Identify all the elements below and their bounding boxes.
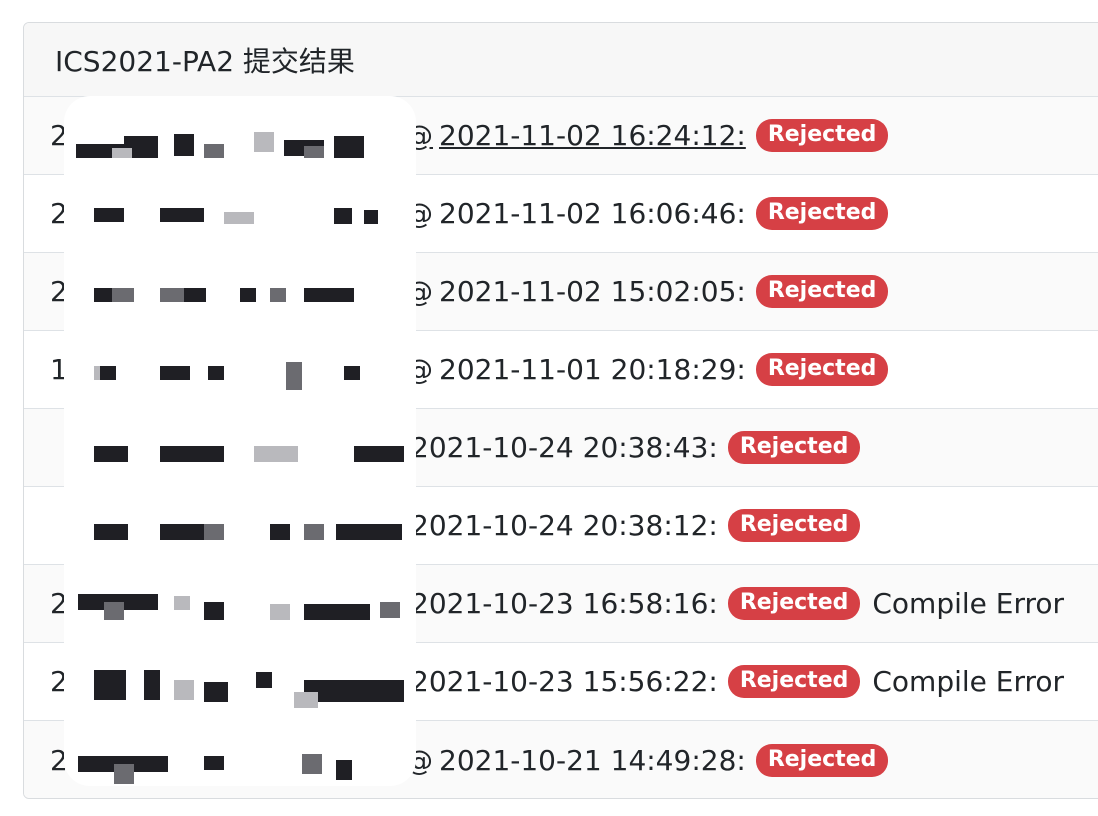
status-badge: Rejected [755, 197, 889, 230]
at-sign: @ [405, 275, 433, 308]
at-sign: @ [405, 119, 433, 152]
submission-id-end: s [347, 353, 363, 386]
submission-id-redacted: 2 [50, 665, 405, 698]
submission-row[interactable]: 2n @2021-11-02 15:02:05: Rejected [24, 253, 1098, 331]
status-badge: Rejected [727, 431, 861, 464]
submission-row[interactable]: 2 @2021-11-02 16:06:46: Rejected [24, 175, 1098, 253]
submission-link[interactable]: @2021-11-02 16:24:12: [405, 119, 746, 152]
submission-id-redacted: 2n [50, 275, 405, 308]
submission-id-start: 2 [50, 275, 68, 308]
submission-timestamp: 2021-10-23 16:58:16: [411, 587, 718, 620]
at-sign: @ [405, 353, 433, 386]
status-badge: Rejected [755, 119, 889, 152]
submission-id-start: 1 [50, 353, 68, 386]
status-detail: Compile Error [872, 665, 1065, 698]
submission-list: 20 ZT @2021-11-02 16:24:12: Rejected 2 @2… [24, 97, 1098, 798]
submission-id-start: 2 [50, 665, 68, 698]
submission-id-redacted: 1s [50, 353, 405, 386]
submission-id-start: 20 [50, 119, 86, 152]
submission-row[interactable]: 2 @2021-10-21 14:49:28: Rejected [24, 721, 1098, 798]
at-sign: @ [405, 743, 433, 777]
submission-row[interactable]: 2021-10-24 20:38:12: Rejected [24, 487, 1098, 565]
submission-id-redacted: 2 [50, 744, 405, 777]
submission-row[interactable]: 1s @2021-11-01 20:18:29: Rejected [24, 331, 1098, 409]
submission-timestamp: 2021-10-21 14:49:28: [439, 743, 746, 777]
submission-timestamp: 2021-11-01 20:18:29: [439, 353, 746, 386]
submission-id-redacted: 2 [50, 197, 405, 230]
submission-row[interactable]: 2 2021-10-23 16:58:16: Rejected Compile … [24, 565, 1098, 643]
status-badge: Rejected [727, 509, 861, 542]
submission-timestamp: 2021-10-24 20:38:12: [411, 509, 718, 542]
submission-row[interactable]: 2 2021-10-23 15:56:22: Rejected Compile … [24, 643, 1098, 721]
submission-id-redacted: 2 [50, 587, 405, 620]
submission-timestamp: 2021-10-23 15:56:22: [411, 665, 718, 698]
submission-row[interactable]: 20 ZT @2021-11-02 16:24:12: Rejected [24, 97, 1098, 175]
submission-id-end: n [337, 275, 356, 308]
status-badge: Rejected [755, 743, 889, 777]
submission-id-start: 2 [50, 587, 68, 620]
at-sign: @ [405, 197, 433, 230]
submission-timestamp: 2021-11-02 15:02:05: [439, 275, 746, 308]
submission-timestamp: 2021-10-24 20:38:43: [411, 431, 718, 464]
status-detail: Compile Error [872, 587, 1065, 620]
submission-id-redacted: 20 ZT [50, 119, 405, 152]
submission-timestamp: 2021-11-02 16:24:12: [439, 119, 746, 152]
status-badge: Rejected [755, 275, 889, 308]
status-badge: Rejected [727, 665, 861, 698]
status-badge: Rejected [755, 353, 889, 386]
submission-timestamp: 2021-11-02 16:06:46: [439, 197, 746, 230]
status-badge: Rejected [727, 587, 861, 620]
submission-id-start: 2 [50, 743, 68, 777]
submission-id-end: ZT [355, 119, 392, 152]
submission-id-start: 2 [50, 197, 68, 230]
submission-row[interactable]: 2021-10-24 20:38:43: Rejected [24, 409, 1098, 487]
submission-results-panel: ICS2021-PA2 提交结果 20 ZT @2021-11-02 16:24:… [23, 22, 1098, 799]
panel-title: ICS2021-PA2 提交结果 [24, 23, 1098, 97]
